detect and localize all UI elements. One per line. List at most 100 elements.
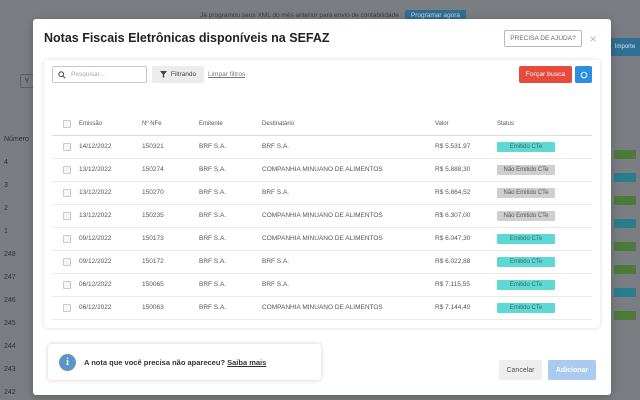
cell-recipient: BRF S.A. [262,135,435,159]
background-row: 246 [4,297,16,304]
cell-status: Emitido CTe [497,250,592,274]
cell-issuer: BRF S.A. [199,181,262,205]
cell-date: 06/12/2022 [79,273,142,297]
row-checkbox[interactable] [63,142,71,151]
background-filter-icon: Y [20,74,34,88]
background-tag [614,265,636,274]
row-select-cell [52,204,79,228]
cell-value: R$ 5.864,52 [435,181,497,205]
cell-value: R$ 5.531,97 [435,135,497,159]
cell-status: Emitido CTe [497,273,592,297]
table-header-row: Emissão Nº NFe Emitente Destinatário Val… [52,114,592,136]
background-row: 4 [4,159,8,166]
header-issuer[interactable]: Emitente [199,114,262,136]
force-search-button[interactable]: Forçar busca [519,66,572,83]
cell-status: Emitido CTe [497,135,592,159]
cell-number: 150065 [142,273,199,297]
cell-status: Emitido CTe [497,296,592,320]
cell-issuer: BRF S.A. [199,227,262,251]
background-row: 242 [4,389,16,396]
header-recipient[interactable]: Destinatário [262,114,435,136]
row-checkbox[interactable] [63,188,71,197]
filter-label: Filtrando [170,71,197,78]
table-row[interactable]: 14/12/2022 150321 BRF S.A. BRF S.A. R$ 5.531… [52,135,592,159]
nfe-list-card: Filtrando Limpar filtros Forçar busca Em… [44,60,600,328]
cell-number: 150173 [142,227,199,251]
header-date[interactable]: Emissão [79,114,142,136]
table-row[interactable]: 06/12/2022 150065 BRF S.A. BRF S.A. R$ 7.115… [52,273,592,297]
cell-issuer: BRF S.A. [199,273,262,297]
info-icon: i [59,353,76,371]
help-button[interactable]: PRECISA DE AJUDA? [504,30,582,47]
table-row[interactable]: 09/12/2022 150173 BRF S.A. COMPANHIA MINUAN… [52,227,592,251]
row-checkbox[interactable] [63,165,71,174]
row-select-cell [52,296,79,320]
cell-value: R$ 6.022,88 [435,250,497,274]
cell-recipient: COMPANHIA MINUANO DE ALIMENTOS [262,296,435,320]
background-import-button: Importe [610,38,640,56]
nfe-table: Emissão Nº NFe Emitente Destinatário Val… [52,114,592,320]
add-button[interactable]: Adicionar [548,360,596,380]
cell-issuer: BRF S.A. [199,135,262,159]
status-badge: Emitido CTe [497,233,555,244]
cell-recipient: BRF S.A. [262,250,435,274]
background-tag [614,288,636,297]
table-row[interactable]: 09/12/2022 150172 BRF S.A. BRF S.A. R$ 6.022… [52,250,592,274]
cell-date: 09/12/2022 [79,227,142,251]
cell-date: 13/12/2022 [79,158,142,182]
status-badge: Emitido CTe [497,302,555,313]
row-checkbox[interactable] [63,211,71,220]
search-input[interactable] [71,71,141,78]
cell-status: Não Emitido CTe [497,158,592,182]
cell-date: 13/12/2022 [79,204,142,228]
row-select-cell [52,158,79,182]
table-row[interactable]: 13/12/2022 150235 BRF S.A. COMPANHIA MINUAN… [52,204,592,228]
background-number-column: Número 4 3 2 1 248 247 246 245 244 243 2… [4,128,29,400]
header-value[interactable]: Valor [435,114,497,136]
close-icon[interactable]: × [586,30,600,47]
cell-recipient: COMPANHIA MINUANO DE ALIMENTOS [262,227,435,251]
background-row: 1 [4,228,8,235]
row-checkbox[interactable] [63,257,71,266]
background-tag [614,173,636,182]
row-checkbox[interactable] [63,234,71,243]
table-row[interactable]: 13/12/2022 150270 BRF S.A. BRF S.A. R$ 5.864… [52,181,592,205]
background-row: 248 [4,251,16,258]
cell-recipient: BRF S.A. [262,273,435,297]
learn-more-link[interactable]: Saiba mais [227,358,266,367]
cell-number: 150235 [142,204,199,228]
background-tag [614,196,636,205]
status-badge: Emitido CTe [497,256,555,267]
table-row[interactable]: 13/12/2022 150274 BRF S.A. COMPANHIA MINUAN… [52,158,592,182]
clear-filters-link[interactable]: Limpar filtros [208,71,245,78]
background-tag [614,219,636,228]
background-row: 244 [4,343,16,350]
search-box[interactable] [52,66,147,83]
row-checkbox[interactable] [63,280,71,289]
modal-title: Notas Fiscais Eletrônicas disponíveis na… [44,31,330,45]
cell-issuer: BRF S.A. [199,296,262,320]
background-tag [614,150,636,159]
cell-number: 150321 [142,135,199,159]
cell-issuer: BRF S.A. [199,250,262,274]
cell-date: 13/12/2022 [79,181,142,205]
cell-issuer: BRF S.A. [199,158,262,182]
select-all-checkbox[interactable] [63,120,71,129]
cell-value: R$ 6.307,00 [435,204,497,228]
status-badge: Não Emitido CTe [497,164,555,175]
background-row: 3 [4,182,8,189]
row-checkbox[interactable] [63,303,71,312]
nfe-modal: Notas Fiscais Eletrônicas disponíveis na… [33,19,611,395]
cell-date: 09/12/2022 [79,250,142,274]
filter-button[interactable]: Filtrando [152,66,204,83]
status-badge: Não Emitido CTe [497,187,555,198]
cancel-button[interactable]: Cancelar [499,360,542,380]
cell-number: 150063 [142,296,199,320]
filter-icon [159,71,167,78]
header-number[interactable]: Nº NFe [142,114,199,136]
header-status[interactable]: Status [497,114,592,136]
table-row[interactable]: 06/12/2022 150063 BRF S.A. COMPANHIA MINUAN… [52,296,592,320]
refresh-button[interactable] [575,66,592,83]
cell-recipient: BRF S.A. [262,181,435,205]
info-text: A nota que você precisa não apareceu? Sa… [84,358,266,367]
